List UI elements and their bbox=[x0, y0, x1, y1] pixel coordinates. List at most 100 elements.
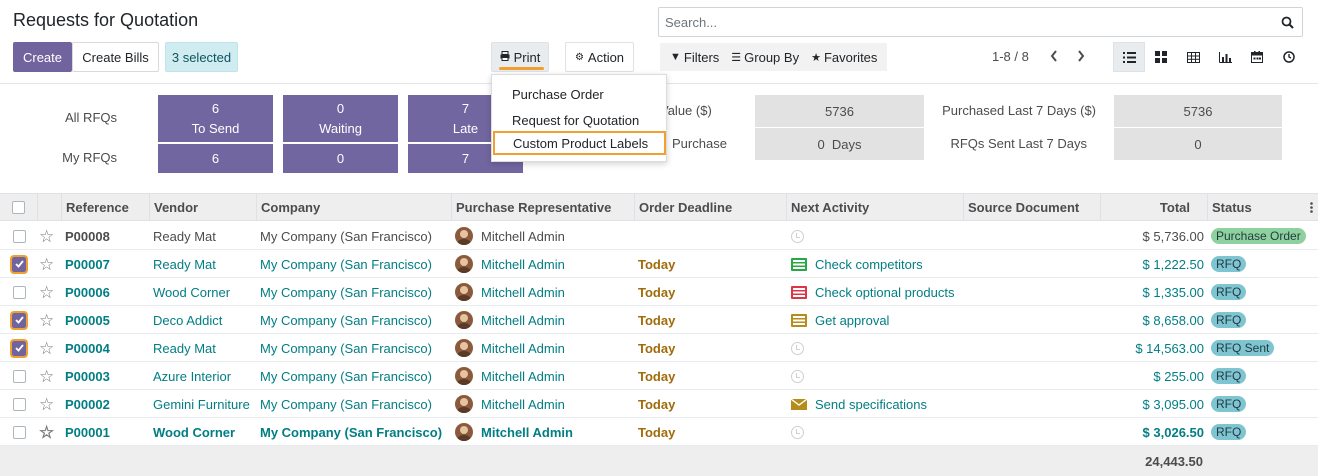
row-checkbox[interactable] bbox=[10, 310, 28, 330]
row-checkbox[interactable] bbox=[12, 285, 26, 299]
reference-cell[interactable]: P00005 bbox=[65, 306, 110, 334]
tile-my-waiting[interactable]: 0 bbox=[283, 144, 398, 173]
table-row[interactable]: ☆ P00002 Gemini Furniture My Company (San F… bbox=[0, 390, 1318, 418]
reference-cell[interactable]: P00002 bbox=[65, 390, 110, 418]
column-header-next-activity[interactable]: Next Activity bbox=[786, 194, 963, 220]
representative-name[interactable]: Mitchell Admin bbox=[481, 369, 565, 384]
menu-item-request-for-quotation[interactable]: Request for Quotation bbox=[492, 108, 666, 132]
company-cell[interactable]: My Company (San Francisco) bbox=[260, 334, 432, 362]
table-row[interactable]: ☆ P00003 Azure Interior My Company (San Fra… bbox=[0, 362, 1318, 390]
row-checkbox[interactable] bbox=[12, 369, 26, 383]
column-header-company[interactable]: Company bbox=[256, 194, 451, 220]
activity-summary[interactable]: Send specifications bbox=[815, 397, 927, 412]
representative-name[interactable]: Mitchell Admin bbox=[481, 397, 565, 412]
vendor-cell[interactable]: Deco Addict bbox=[153, 306, 222, 334]
selected-count-badge[interactable]: 3 selected bbox=[165, 42, 238, 72]
column-header-representative[interactable]: Purchase Representative bbox=[451, 194, 634, 220]
reference-cell[interactable]: P00008 bbox=[65, 222, 110, 250]
menu-item-custom-product-labels[interactable]: Custom Product Labels bbox=[493, 131, 666, 155]
star-icon[interactable]: ☆ bbox=[39, 256, 54, 273]
table-row[interactable]: ☆ P00004 Ready Mat My Company (San Francisc… bbox=[0, 334, 1318, 362]
column-header-order-deadline[interactable]: Order Deadline bbox=[634, 194, 786, 220]
tile-my-to-send[interactable]: 6 bbox=[158, 144, 273, 173]
pager-next-button[interactable] bbox=[1073, 47, 1089, 65]
reference-cell[interactable]: P00007 bbox=[65, 250, 110, 278]
search-icon[interactable] bbox=[1278, 16, 1296, 29]
star-icon[interactable]: ☆ bbox=[39, 284, 54, 301]
search-input[interactable] bbox=[659, 9, 1278, 35]
company-cell[interactable]: My Company (San Francisco) bbox=[260, 390, 432, 418]
activity-summary[interactable]: Check competitors bbox=[815, 257, 923, 272]
pager-previous-button[interactable] bbox=[1046, 47, 1062, 65]
activity-view-button[interactable] bbox=[1273, 42, 1305, 72]
table-row[interactable]: ☆ P00008 Ready Mat My Company (San Francisc… bbox=[0, 222, 1318, 250]
table-row[interactable]: ☆ P00007 Ready Mat My Company (San Francisc… bbox=[0, 250, 1318, 278]
graph-view-button[interactable] bbox=[1209, 42, 1241, 72]
vendor-cell[interactable]: Wood Corner bbox=[153, 418, 235, 446]
representative-name[interactable]: Mitchell Admin bbox=[481, 257, 565, 272]
vendor-cell[interactable]: Azure Interior bbox=[153, 362, 231, 390]
company-cell[interactable]: My Company (San Francisco) bbox=[260, 278, 432, 306]
representative-name[interactable]: Mitchell Admin bbox=[481, 229, 565, 244]
vendor-cell[interactable]: Ready Mat bbox=[153, 334, 216, 362]
table-row[interactable]: ☆ P00001 Wood Corner My Company (San Franci… bbox=[0, 418, 1318, 446]
activity-list-icon[interactable] bbox=[791, 313, 807, 327]
vendor-cell[interactable]: Wood Corner bbox=[153, 278, 230, 306]
star-icon[interactable]: ☆ bbox=[39, 312, 54, 329]
table-row[interactable]: ☆ P00005 Deco Addict My Company (San Franci… bbox=[0, 306, 1318, 334]
action-button[interactable]: ⚙ Action bbox=[565, 42, 634, 72]
filters-button[interactable]: ▼ Filters bbox=[670, 50, 719, 65]
select-all-checkbox[interactable] bbox=[12, 200, 25, 214]
clock-icon[interactable] bbox=[791, 425, 804, 439]
activity-summary[interactable]: Check optional products bbox=[815, 285, 954, 300]
star-icon[interactable]: ☆ bbox=[39, 396, 54, 413]
representative-name[interactable]: Mitchell Admin bbox=[481, 313, 565, 328]
tile-all-to-send[interactable]: 6 To Send bbox=[158, 95, 273, 142]
table-row[interactable]: ☆ P00006 Wood Corner My Company (San Franci… bbox=[0, 278, 1318, 306]
calendar-view-button[interactable] bbox=[1241, 42, 1273, 72]
group-by-button[interactable]: ☰ Group By bbox=[731, 50, 799, 65]
column-header-reference[interactable]: Reference bbox=[61, 194, 149, 220]
column-settings-icon[interactable] bbox=[1307, 194, 1318, 220]
row-checkbox[interactable] bbox=[12, 425, 26, 439]
representative-name[interactable]: Mitchell Admin bbox=[481, 285, 565, 300]
menu-item-purchase-order[interactable]: Purchase Order bbox=[492, 82, 666, 106]
pager-value[interactable]: 1-8 / 8 bbox=[992, 49, 1029, 64]
representative-name[interactable]: Mitchell Admin bbox=[481, 425, 573, 440]
company-cell[interactable]: My Company (San Francisco) bbox=[260, 362, 432, 390]
pivot-view-button[interactable] bbox=[1177, 42, 1209, 72]
create-bills-button[interactable]: Create Bills bbox=[72, 42, 159, 72]
favorites-button[interactable]: ★ Favorites bbox=[811, 50, 877, 65]
vendor-cell[interactable]: Ready Mat bbox=[153, 250, 216, 278]
row-checkbox[interactable] bbox=[10, 254, 28, 274]
reference-cell[interactable]: P00004 bbox=[65, 334, 110, 362]
representative-name[interactable]: Mitchell Admin bbox=[481, 341, 565, 356]
activity-summary[interactable]: Get approval bbox=[815, 313, 889, 328]
reference-cell[interactable]: P00001 bbox=[65, 418, 110, 446]
row-checkbox[interactable] bbox=[12, 397, 26, 411]
row-checkbox[interactable] bbox=[10, 338, 28, 358]
column-header-source-document[interactable]: Source Document bbox=[963, 194, 1100, 220]
reference-cell[interactable]: P00003 bbox=[65, 362, 110, 390]
reference-cell[interactable]: P00006 bbox=[65, 278, 110, 306]
vendor-cell[interactable]: Gemini Furniture bbox=[153, 390, 250, 418]
company-cell[interactable]: My Company (San Francisco) bbox=[260, 250, 432, 278]
tile-all-waiting[interactable]: 0 Waiting bbox=[283, 95, 398, 142]
company-cell[interactable]: My Company (San Francisco) bbox=[260, 418, 442, 446]
search-bar[interactable] bbox=[658, 7, 1303, 37]
list-view-button[interactable] bbox=[1113, 42, 1145, 72]
star-icon[interactable]: ☆ bbox=[39, 340, 54, 357]
clock-icon[interactable] bbox=[791, 341, 804, 355]
row-checkbox[interactable] bbox=[12, 229, 26, 243]
kanban-view-button[interactable] bbox=[1145, 42, 1177, 72]
company-cell[interactable]: My Company (San Francisco) bbox=[260, 222, 432, 250]
envelope-icon[interactable] bbox=[791, 397, 807, 411]
company-cell[interactable]: My Company (San Francisco) bbox=[260, 306, 432, 334]
clock-icon[interactable] bbox=[791, 369, 804, 383]
create-button[interactable]: Create bbox=[13, 42, 72, 72]
star-icon[interactable]: ☆ bbox=[39, 368, 54, 385]
column-header-total[interactable]: Total bbox=[1100, 194, 1207, 220]
activity-list-icon[interactable] bbox=[791, 285, 807, 299]
column-header-status[interactable]: Status bbox=[1207, 194, 1307, 220]
star-icon[interactable]: ☆ bbox=[39, 228, 54, 245]
